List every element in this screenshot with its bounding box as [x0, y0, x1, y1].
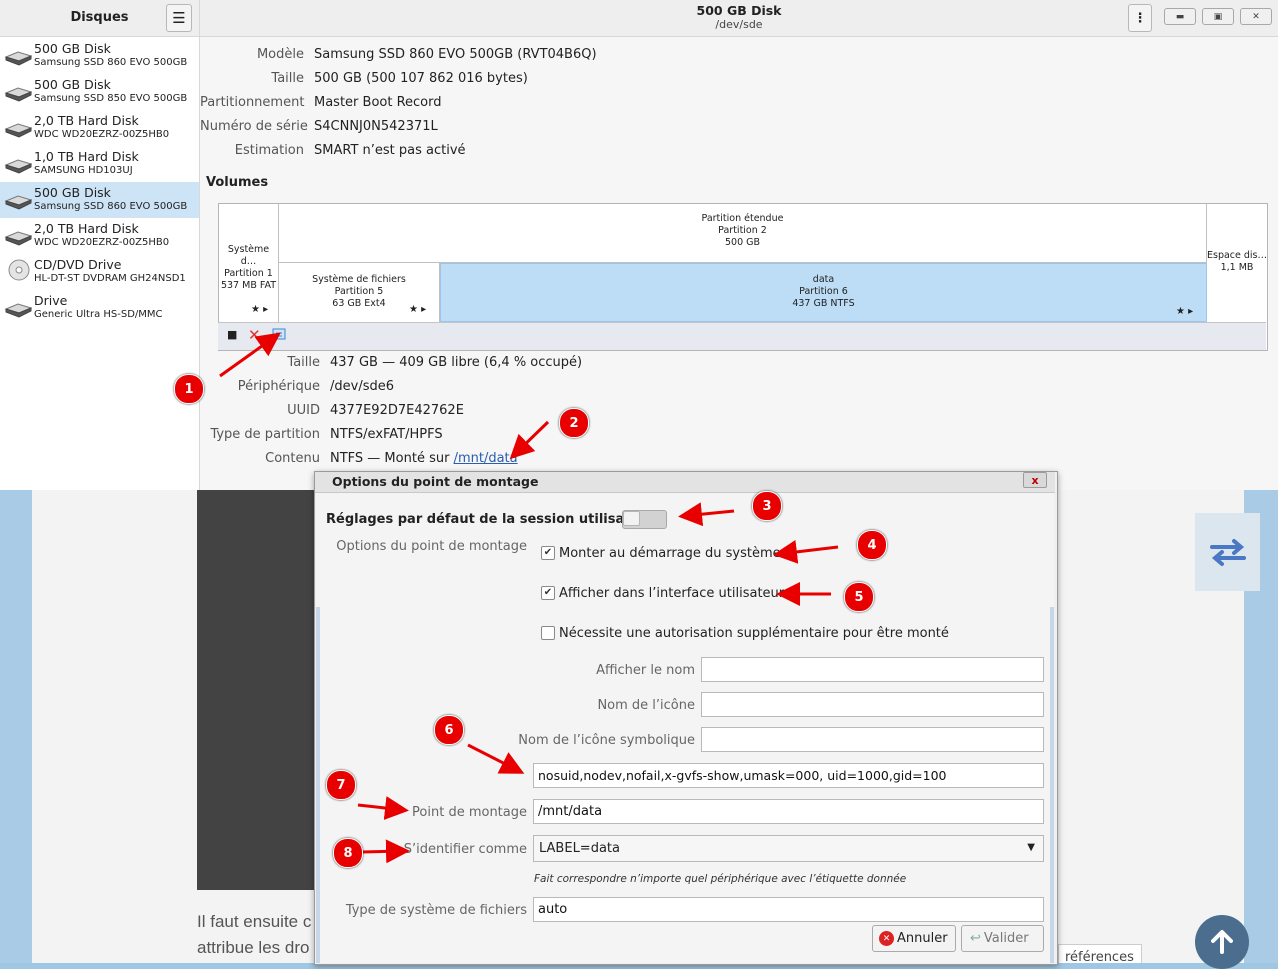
annotation-arrow-6	[467, 743, 525, 774]
annotation-arrow-2	[509, 420, 550, 460]
annotation-badge-7: 7	[326, 770, 356, 800]
annotation-arrow-1	[219, 332, 281, 378]
annotation-badge-8: 8	[333, 838, 363, 868]
annotation-arrow-8	[361, 839, 410, 864]
annotation-arrows	[219, 332, 839, 864]
annotation-badge-6: 6	[434, 715, 464, 745]
annotation-badge-1: 1	[174, 374, 204, 404]
annotation-arrow-7	[357, 796, 409, 820]
annotation-badge-2: 2	[559, 408, 589, 438]
annotation-badge-5: 5	[844, 582, 874, 612]
annotation-badge-3: 3	[752, 491, 782, 521]
annotation-arrow-3	[678, 502, 735, 527]
annotation-badge-4: 4	[857, 530, 887, 560]
annotation-arrow-4	[773, 539, 839, 564]
